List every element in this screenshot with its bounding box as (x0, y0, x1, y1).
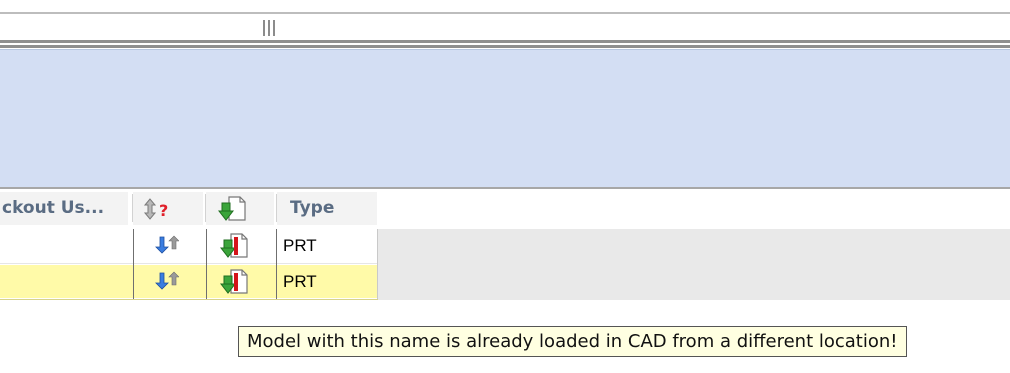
splitter-rule[interactable] (0, 45, 1010, 48)
sync-arrows-icon[interactable] (155, 235, 179, 255)
preview-panel (0, 49, 1010, 188)
top-border (0, 12, 1010, 14)
grid-line (276, 229, 277, 299)
splitter-rule[interactable] (0, 40, 1010, 43)
grid-line (133, 229, 134, 299)
panel-divider (0, 187, 1010, 189)
grid-line (206, 229, 207, 299)
svg-text:?: ? (159, 201, 168, 220)
column-header-label: ckout Us... (2, 198, 105, 218)
sort-updown-question-icon: ? (143, 198, 168, 220)
row-divider (0, 263, 378, 264)
sync-arrows-icon[interactable] (155, 271, 179, 291)
column-header-checkout-user[interactable]: ckout Us... (0, 192, 128, 225)
tooltip-text: Model with this name is already loaded i… (247, 331, 898, 352)
splitter-grip-icon[interactable] (263, 20, 277, 36)
document-error-download-icon[interactable] (220, 231, 250, 261)
column-header-download[interactable] (206, 192, 274, 225)
grid-line (377, 229, 378, 299)
column-header-type[interactable]: Type (277, 192, 377, 225)
tooltip: Model with this name is already loaded i… (238, 326, 907, 357)
type-cell: PRT (283, 272, 317, 291)
row-divider (0, 299, 378, 300)
column-header-label: Type (290, 198, 335, 218)
document-error-download-icon[interactable] (220, 267, 250, 297)
table-row[interactable] (0, 229, 378, 262)
column-header-sort-status[interactable]: ? (133, 192, 203, 225)
type-cell: PRT (283, 236, 317, 255)
grid-empty-area (378, 229, 1010, 300)
table-row[interactable] (0, 265, 378, 298)
download-document-icon (218, 196, 246, 221)
